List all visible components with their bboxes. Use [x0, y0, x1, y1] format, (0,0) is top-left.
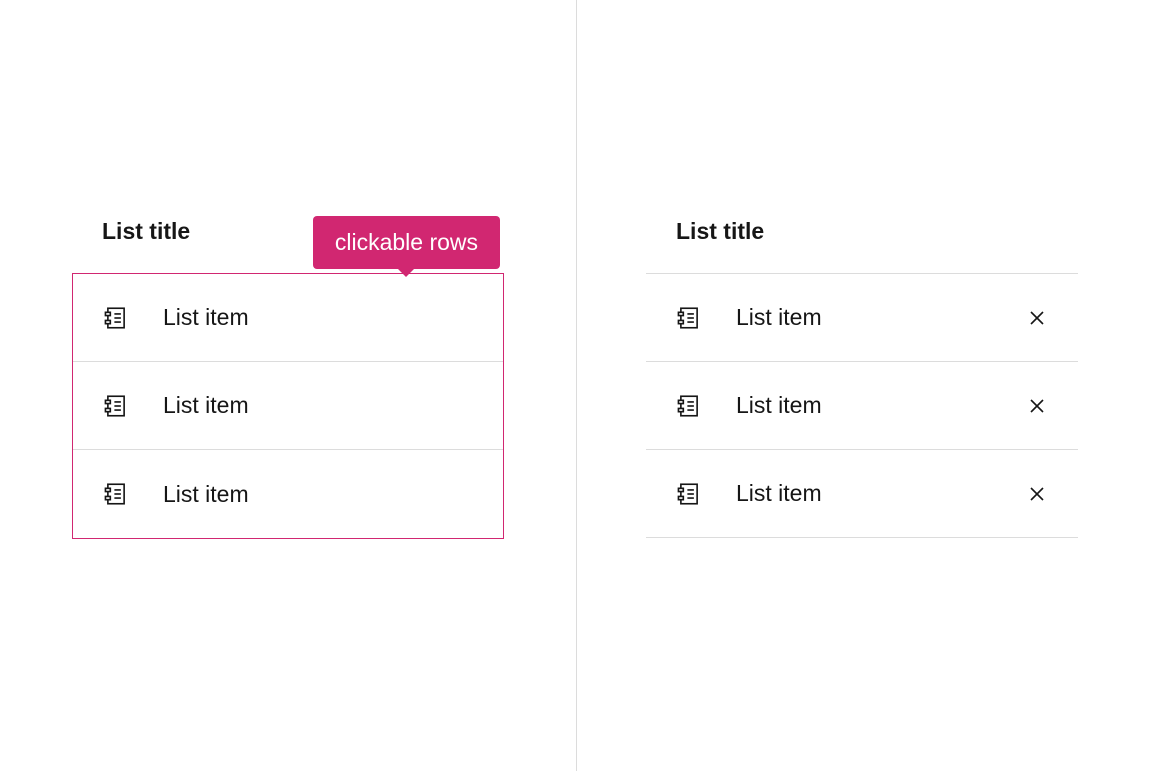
clipboard-list-icon	[103, 393, 129, 419]
tooltip-arrow	[397, 268, 415, 277]
list-item-label: List item	[163, 304, 473, 331]
list-title-right: List title	[676, 218, 1078, 245]
list-item: List item	[646, 362, 1078, 450]
close-icon[interactable]	[1026, 395, 1048, 417]
list-item-label: List item	[163, 392, 473, 419]
clipboard-list-icon	[103, 481, 129, 507]
clipboard-list-icon	[676, 393, 702, 419]
tooltip: clickable rows	[313, 216, 500, 269]
clipboard-list-icon	[676, 305, 702, 331]
list-clickable: List item List item List item	[72, 273, 504, 539]
right-panel: List title List item List item	[576, 0, 1152, 771]
list-item[interactable]: List item	[73, 274, 503, 362]
list-item: List item	[646, 274, 1078, 362]
list-item[interactable]: List item	[73, 450, 503, 538]
close-icon[interactable]	[1026, 483, 1048, 505]
clipboard-list-icon	[103, 305, 129, 331]
close-icon[interactable]	[1026, 307, 1048, 329]
tooltip-label: clickable rows	[335, 229, 478, 255]
list-item-label: List item	[736, 480, 1026, 507]
list-item-label: List item	[163, 481, 473, 508]
list-item: List item	[646, 450, 1078, 538]
list-item-label: List item	[736, 304, 1026, 331]
list-item[interactable]: List item	[73, 362, 503, 450]
clipboard-list-icon	[676, 481, 702, 507]
list-item-label: List item	[736, 392, 1026, 419]
left-panel: List title clickable rows List item List…	[0, 0, 576, 771]
list-dismissable: List item List item List item	[646, 273, 1078, 538]
